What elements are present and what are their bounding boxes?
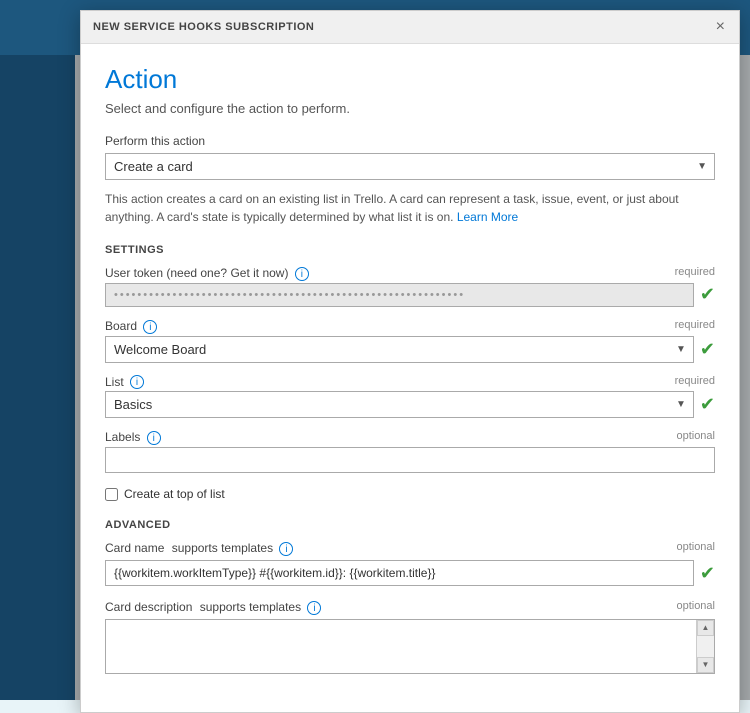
scroll-up-icon[interactable]: ▲	[697, 620, 714, 636]
card-name-info-icon[interactable]: i	[279, 542, 293, 556]
user-token-label-row: User token (need one? Get it now) i requ…	[105, 266, 715, 281]
card-desc-supports-link[interactable]: supports templates	[200, 600, 301, 614]
labels-optional: optional	[676, 430, 715, 442]
card-desc-top-row: Card description supports templates i op…	[105, 600, 715, 615]
list-label-row: List i required	[105, 375, 715, 390]
labels-label: Labels i	[105, 430, 676, 445]
textarea-scrollbar: ▲ ▼	[696, 620, 714, 673]
modal-title: NEW SERVICE HOOKS SUBSCRIPTION	[93, 21, 314, 33]
list-check-icon: ✔	[700, 394, 715, 415]
list-select-wrapper: Basics ▼	[105, 391, 694, 418]
user-token-required: required	[675, 266, 715, 278]
list-label: List i	[105, 375, 675, 390]
card-name-field: Card name supports templates i optional …	[105, 541, 715, 586]
labels-info-icon[interactable]: i	[147, 431, 161, 445]
settings-heading: SETTINGS	[105, 244, 715, 256]
card-desc-textarea[interactable]: |	[106, 620, 714, 673]
modal-header: NEW SERVICE HOOKS SUBSCRIPTION ×	[81, 11, 739, 44]
board-select-row: Welcome Board ▼ ✔	[105, 336, 715, 363]
action-description-text: This action creates a card on an existin…	[105, 192, 679, 224]
advanced-heading: ADVANCED	[105, 519, 715, 531]
user-token-info-icon[interactable]: i	[295, 267, 309, 281]
checkbox-label: Create at top of list	[124, 487, 225, 501]
user-token-input-row: ✔	[105, 283, 715, 307]
user-token-input[interactable]	[105, 283, 694, 307]
card-name-input-row: ✔	[105, 560, 715, 586]
card-name-top-row: Card name supports templates i optional	[105, 541, 715, 556]
learn-more-link[interactable]: Learn More	[457, 210, 518, 224]
action-select[interactable]: Create a card	[105, 153, 715, 180]
card-name-label: Card name supports templates i	[105, 541, 293, 556]
action-select-wrapper: Create a card ▼	[105, 153, 715, 180]
scroll-down-icon[interactable]: ▼	[697, 657, 714, 673]
board-label-row: Board i required	[105, 319, 715, 334]
get-it-now-link[interactable]: Get it now)	[230, 266, 288, 280]
labels-label-row: Labels i optional	[105, 430, 715, 445]
action-field-label: Perform this action	[105, 134, 715, 148]
card-name-input[interactable]	[105, 560, 694, 586]
board-select[interactable]: Welcome Board	[105, 336, 694, 363]
card-name-optional: optional	[676, 541, 715, 556]
board-label: Board i	[105, 319, 675, 334]
board-required: required	[675, 319, 715, 331]
list-select[interactable]: Basics	[105, 391, 694, 418]
board-info-icon[interactable]: i	[143, 320, 157, 334]
list-required: required	[675, 375, 715, 387]
section-title: Action	[105, 64, 715, 95]
list-select-row: Basics ▼ ✔	[105, 391, 715, 418]
board-check-icon: ✔	[700, 339, 715, 360]
card-name-supports-link[interactable]: supports templates	[172, 541, 273, 555]
labels-input[interactable]	[105, 447, 715, 473]
card-desc-optional: optional	[676, 600, 715, 615]
user-token-check-icon: ✔	[700, 284, 715, 305]
section-subtitle: Select and configure the action to perfo…	[105, 101, 715, 116]
card-desc-textarea-container: | ▲ ▼	[105, 619, 715, 674]
modal-body: Action Select and configure the action t…	[81, 44, 739, 712]
board-select-wrapper: Welcome Board ▼	[105, 336, 694, 363]
create-top-checkbox[interactable]	[105, 488, 118, 501]
checkbox-row: Create at top of list	[105, 487, 715, 501]
action-description: This action creates a card on an existin…	[105, 190, 715, 226]
card-desc-label: Card description supports templates i	[105, 600, 321, 615]
modal-dialog: NEW SERVICE HOOKS SUBSCRIPTION × Action …	[80, 10, 740, 713]
card-desc-info-icon[interactable]: i	[307, 601, 321, 615]
card-name-check-icon: ✔	[700, 563, 715, 584]
close-button[interactable]: ×	[714, 19, 727, 35]
list-info-icon[interactable]: i	[130, 375, 144, 389]
user-token-label: User token (need one? Get it now) i	[105, 266, 675, 281]
card-desc-field: Card description supports templates i op…	[105, 600, 715, 674]
